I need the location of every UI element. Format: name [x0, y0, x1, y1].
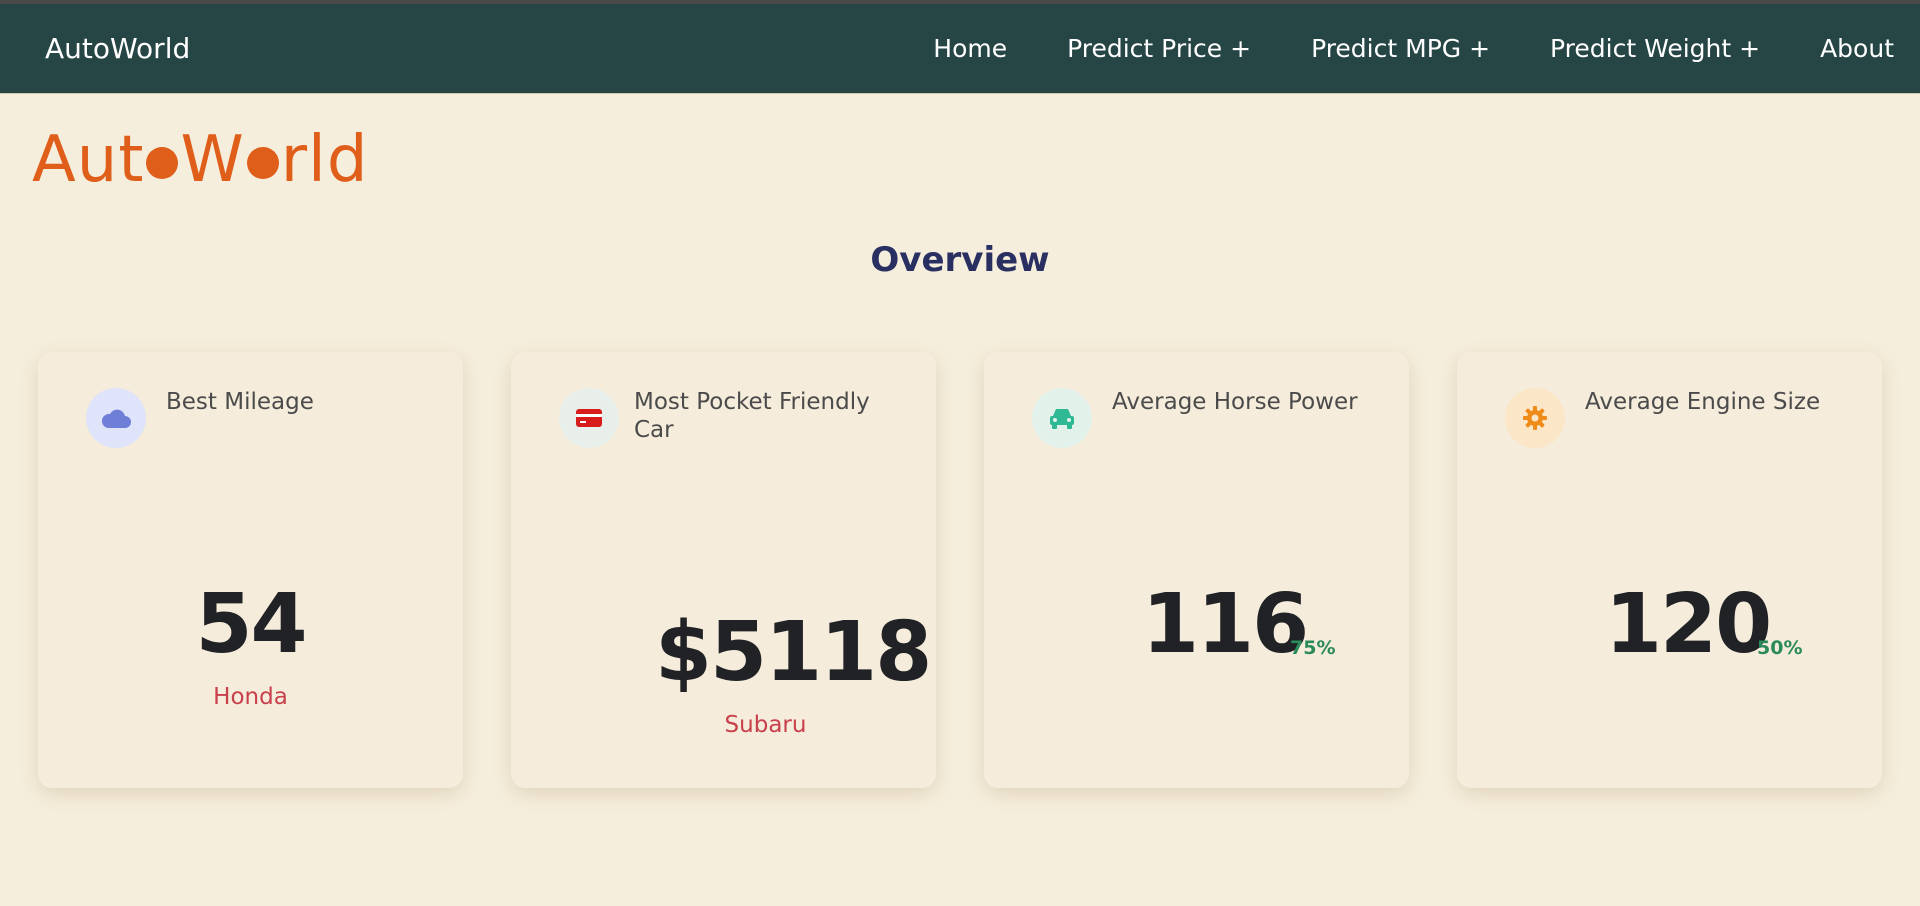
nav-links: Home Predict Price + Predict MPG + Predi… — [933, 34, 1894, 63]
nav-home[interactable]: Home — [933, 34, 1007, 63]
logo-text-part2: W — [180, 123, 245, 197]
card-value: 54 — [195, 577, 307, 672]
card-value: 120 — [1605, 577, 1772, 672]
nav-predict-price[interactable]: Predict Price + — [1067, 34, 1251, 63]
card-subtitle: Honda — [213, 684, 288, 710]
nav-predict-weight[interactable]: Predict Weight + — [1550, 34, 1760, 63]
nav-about[interactable]: About — [1820, 34, 1894, 63]
card-average-horsepower: Average Horse Power 116 75% — [984, 352, 1409, 788]
autoworld-logo: Aut W rld — [32, 128, 368, 192]
card-subtitle: Subaru — [724, 712, 807, 738]
overview-title: Overview — [870, 240, 1050, 280]
logo-text-part1: Aut — [32, 123, 145, 197]
logo-text-part3: rld — [280, 123, 369, 197]
card-average-engine-size: Average Engine Size 120 50% — [1457, 352, 1882, 788]
nav-predict-mpg[interactable]: Predict MPG + — [1311, 34, 1490, 63]
brand-link[interactable]: AutoWorld — [45, 32, 190, 65]
card-percentage: 50% — [1757, 637, 1803, 659]
card-title: Average Engine Size — [1585, 389, 1821, 415]
card-value: 116 — [1142, 577, 1309, 672]
card-percentage: 75% — [1290, 637, 1336, 659]
card-best-mileage: Best Mileage 54 Honda — [38, 352, 463, 788]
credit-card-icon — [559, 388, 619, 448]
logo-dot — [246, 147, 279, 179]
card-title: Best Mileage — [166, 389, 314, 415]
card-title: Average Horse Power — [1112, 389, 1358, 415]
card-pocket-friendly: Most Pocket Friendly Car $5118 Subaru — [511, 352, 936, 788]
card-title: Most Pocket Friendly Car — [634, 389, 870, 444]
gear-icon — [1505, 388, 1565, 448]
cloud-icon — [86, 388, 146, 448]
top-navbar: AutoWorld Home Predict Price + Predict M… — [0, 4, 1920, 94]
logo-dot — [146, 147, 179, 179]
card-value: $5118 — [655, 605, 932, 700]
car-icon — [1032, 388, 1092, 448]
